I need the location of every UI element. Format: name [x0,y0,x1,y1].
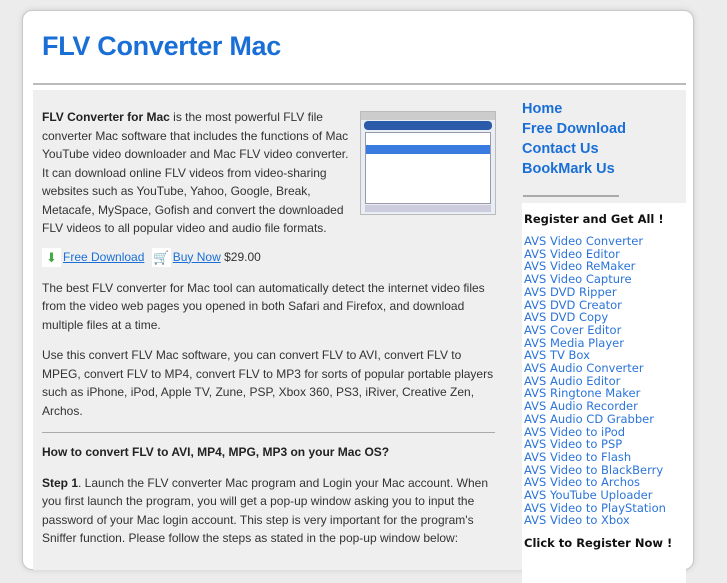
price: $29.00 [224,249,261,264]
nav-home[interactable]: Home [522,99,686,119]
product-link[interactable]: AVS Video to Xbox [524,514,686,527]
step1-paragraph: Step 1. Launch the FLV converter Mac pro… [42,474,495,548]
site-title: FLV Converter Mac [42,31,281,61]
sidebar-divider [523,195,619,197]
section-divider [42,432,495,434]
product-link[interactable]: AVS Video Capture [524,273,686,286]
product-list: AVS Video Converter AVS Video Editor AVS V… [524,235,686,527]
product-link[interactable]: AVS Audio Recorder [524,400,686,413]
sidebar: Home Free Download Contact Us BookMark U… [522,90,686,583]
free-download-link[interactable]: Free Download [63,250,144,264]
register-heading: Register and Get All ! [524,212,664,226]
step1-label: Step 1 [42,475,79,490]
nav-bookmark-us[interactable]: BookMark Us [522,159,686,179]
howto-heading: How to convert FLV to AVI, MP4, MPG, MP3… [42,443,495,462]
product-link[interactable]: AVS Cover Editor [524,324,686,337]
cart-icon[interactable]: 🛒 [151,247,171,267]
paragraph-convert: Use this convert FLV Mac software, you c… [42,348,494,418]
nav-contact-us[interactable]: Contact Us [522,139,686,159]
sidebar-nav: Home Free Download Contact Us BookMark U… [522,90,686,179]
page-container: FLV Converter Mac FLV Converter for Mac … [22,10,694,583]
header-divider [33,83,686,85]
howto-heading-text: How to convert FLV to AVI, MP4, MPG, MP3… [42,445,390,460]
product-link[interactable]: AVS Audio CD Grabber [524,413,686,426]
step1-text: . Launch the FLV converter Mac program a… [42,475,489,546]
download-row: ⬇ Free Download 🛒 Buy Now $29.00 [42,247,495,267]
product-link[interactable]: AVS Video to Flash [524,451,686,464]
register-box: Register and Get All ! AVS Video Convert… [522,203,686,583]
product-link[interactable]: AVS YouTube Uploader [524,489,686,502]
content-area: FLV Converter for Mac is the most powerf… [33,90,686,583]
paragraph-detect: The best FLV converter for Mac tool can … [42,280,485,332]
product-link[interactable]: AVS Audio Converter [524,362,686,375]
product-screenshot [360,111,496,215]
intro-text: is the most powerful FLV file converter … [42,110,349,235]
buy-now-link[interactable]: Buy Now [173,250,221,264]
nav-free-download[interactable]: Free Download [522,119,686,139]
main-column: FLV Converter for Mac is the most powerf… [42,90,496,560]
product-link[interactable]: AVS Video Converter [524,235,686,248]
download-icon[interactable]: ⬇ [42,247,61,267]
intro-bold: FLV Converter for Mac [42,110,170,124]
register-cta[interactable]: Click to Register Now ! [524,536,686,550]
product-link[interactable]: AVS DVD Ripper [524,286,686,299]
